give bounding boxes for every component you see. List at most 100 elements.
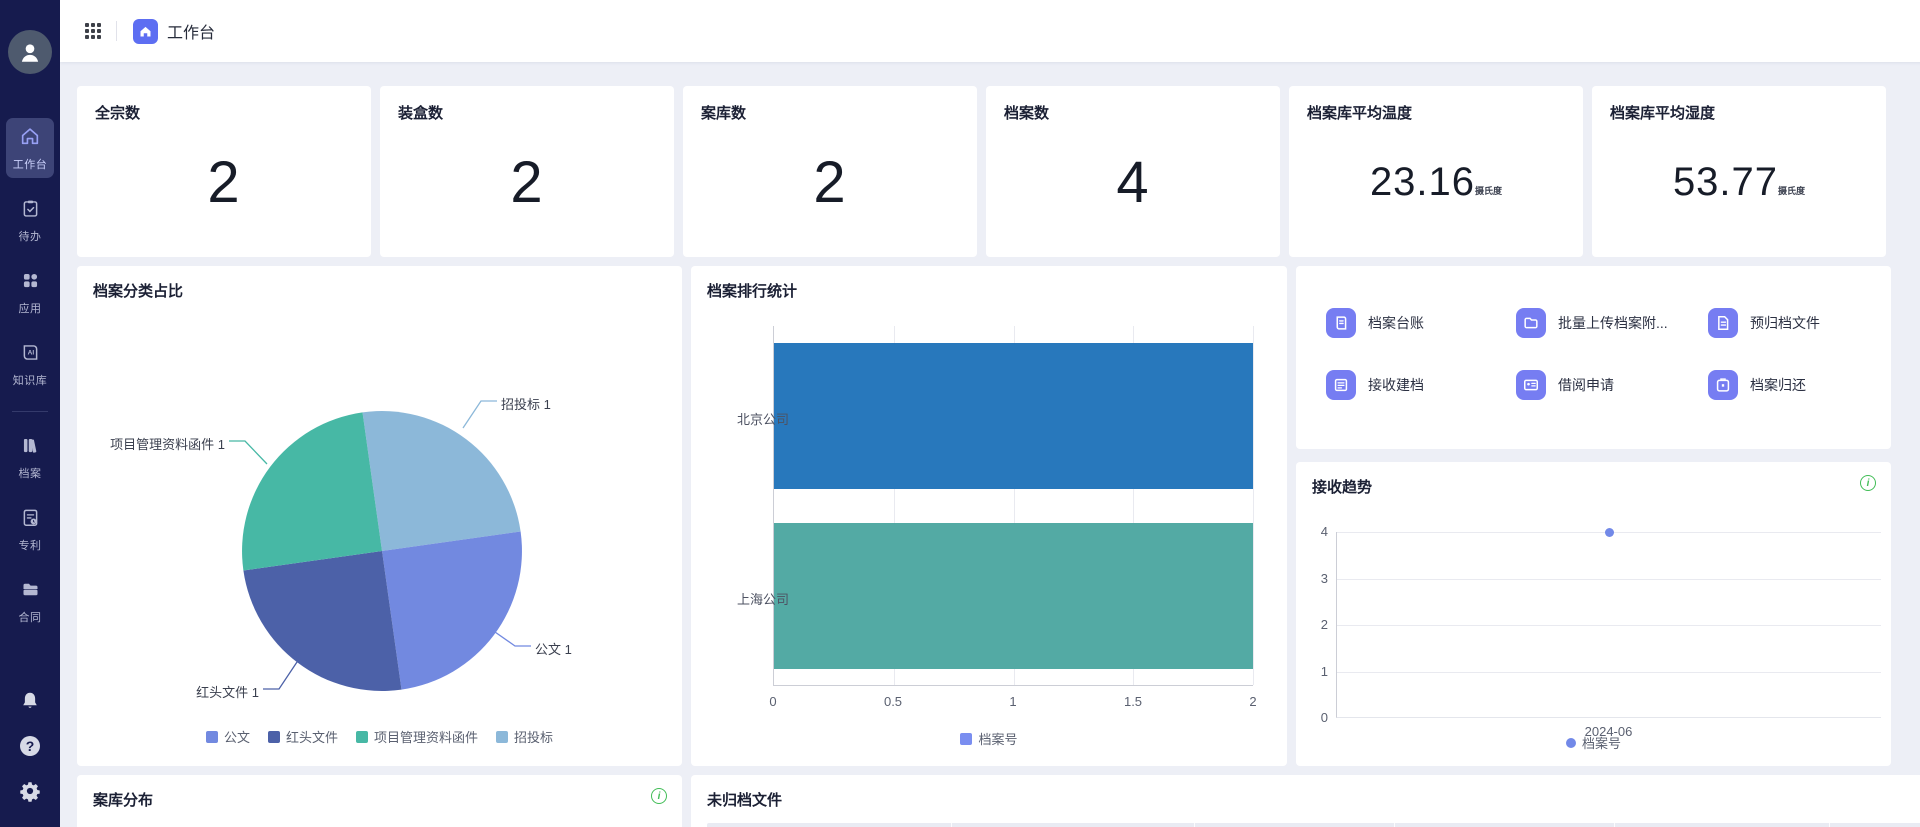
quicklink-批量上传档案附...[interactable]: 批量上传档案附...: [1516, 308, 1708, 338]
upload-folder-icon: [1516, 308, 1546, 338]
quicklink-label: 批量上传档案附...: [1558, 313, 1668, 333]
legend-marker: [268, 731, 280, 743]
info-icon[interactable]: i: [651, 788, 667, 804]
bar-plot-area: [773, 326, 1253, 686]
main-area: 工作台 应用中心 ★: [60, 0, 1920, 827]
table-header-文件标题[interactable]: 文件标题: [952, 823, 1195, 827]
sidebar-divider: [12, 411, 48, 412]
stat-card-title: 档案数: [1004, 102, 1262, 123]
trend-gridline: [1337, 579, 1881, 580]
receive-icon: [1326, 370, 1356, 400]
settings-gear-icon[interactable]: [19, 780, 41, 802]
stat-card: 全宗数2: [77, 86, 371, 257]
sidebar-item-label: 待办: [19, 228, 42, 244]
table-header-形成年份[interactable]: 形成年份: [1195, 823, 1395, 827]
trend-plot-area: [1336, 532, 1881, 718]
info-icon[interactable]: i: [1860, 475, 1876, 491]
help-icon[interactable]: ?: [18, 734, 42, 758]
quicklink-label: 预归档文件: [1750, 313, 1820, 333]
apps-icon: [20, 270, 41, 296]
table-header-档案来源[interactable]: 档案来源: [707, 823, 952, 827]
legend-item-红头文件[interactable]: 红头文件: [268, 727, 338, 746]
sidebar-item-合同[interactable]: 合同: [6, 572, 54, 631]
pie-slice-公文[interactable]: [382, 532, 522, 690]
stat-card-value: 4: [1004, 123, 1262, 241]
bar-x-tick: 0.5: [884, 694, 902, 709]
sidebar-item-label: 专利: [19, 537, 42, 553]
pie-legend: 公文红头文件 项目管理资料函件 招投标: [77, 727, 682, 746]
trend-data-point[interactable]: [1605, 528, 1614, 537]
sidebar-item-label: 档案: [19, 465, 42, 481]
right-column: 档案台账 批量上传档案附... 预归档文件接收建档借阅申请 档案归还 接收趋势 i 4…: [1296, 266, 1891, 766]
stat-card-unit: 摄氏度: [1475, 184, 1502, 197]
quicklink-预归档文件[interactable]: 预归档文件: [1708, 308, 1891, 338]
knowledge-icon: AI: [20, 342, 41, 368]
stat-card: 装盒数2: [380, 86, 674, 257]
table-header-实体份数[interactable]: 实体份数: [1830, 823, 1920, 827]
stat-card-value: 2: [95, 123, 353, 241]
quicklink-label: 档案归还: [1750, 375, 1806, 395]
notifications-bell-icon[interactable]: [19, 690, 41, 712]
legend-item-档案号[interactable]: 档案号: [1566, 733, 1621, 752]
legend-marker: [356, 731, 368, 743]
pie-label-line: [263, 656, 301, 689]
legend-label: 项目管理资料函件: [374, 727, 478, 746]
bar-chart-title: 档案排行统计: [707, 280, 1271, 301]
sidebar-item-工作台[interactable]: 工作台: [6, 118, 54, 178]
bar-chart-card: 档案排行统计 00.511.52北京公司上海公司 档案号: [691, 266, 1287, 766]
trend-y-tick: 3: [1302, 571, 1328, 586]
pie-chart-card: 档案分类占比 招投标 1公文 1红头文件 1项目管理资料函件 1 公文红头文件项…: [77, 266, 682, 766]
stats-row: 全宗数2装盒数2案库数2档案数4档案库平均温度23.16摄氏度档案库平均湿度53…: [77, 86, 1920, 257]
pie-slice-招投标[interactable]: [363, 411, 521, 551]
todo-icon: [20, 198, 41, 224]
quicklink-接收建档[interactable]: 接收建档: [1326, 370, 1516, 400]
pie-chart[interactable]: [77, 280, 682, 750]
stat-card-value: 23.16摄氏度: [1307, 123, 1565, 241]
sidebar-item-label: 知识库: [13, 372, 48, 388]
sidebar-item-待办[interactable]: 待办: [6, 191, 54, 250]
legend-item-档案号[interactable]: 档案号: [960, 729, 1017, 748]
home-badge-icon[interactable]: [133, 19, 158, 44]
app-grid-menu-icon[interactable]: [84, 22, 102, 40]
stat-card-value: 2: [701, 123, 959, 241]
stat-card-unit: 摄氏度: [1778, 184, 1805, 197]
sidebar-item-档案[interactable]: 档案: [6, 428, 54, 487]
pie-label-line: [229, 441, 267, 464]
bar-北京公司[interactable]: [774, 343, 1253, 489]
pie-slice-红头文件[interactable]: [243, 551, 401, 691]
bar-上海公司[interactable]: [774, 523, 1253, 669]
sidebar-item-label: 合同: [19, 609, 42, 625]
quicklink-档案归还[interactable]: 档案归还: [1708, 370, 1891, 400]
table-header-二级分类[interactable]: 二级分类: [1615, 823, 1830, 827]
table-header-一级类目[interactable]: 一级类目: [1395, 823, 1615, 827]
quick-links-grid: 档案台账 批量上传档案附... 预归档文件接收建档借阅申请 档案归还: [1326, 308, 1891, 400]
dashboard-content: 全宗数2装盒数2案库数2档案数4档案库平均温度23.16摄氏度档案库平均湿度53…: [60, 62, 1920, 827]
unfiled-documents-title: 未归档文件: [707, 789, 1920, 810]
sidebar-item-知识库[interactable]: AI 知识库: [6, 335, 54, 394]
topbar: 工作台 应用中心 ★: [60, 0, 1920, 62]
user-avatar[interactable]: [8, 30, 52, 74]
topbar-divider: [116, 21, 117, 41]
legend-item-项目管理资料函件[interactable]: 项目管理资料函件: [356, 727, 478, 746]
pie-slice-项目管理资料函件[interactable]: [242, 412, 382, 570]
sidebar-item-应用[interactable]: 应用: [6, 263, 54, 322]
quicklink-档案台账[interactable]: 档案台账: [1326, 308, 1516, 338]
repository-distribution-card: 案库分布 i: [77, 775, 682, 827]
stat-card-title: 案库数: [701, 102, 959, 123]
sidebar-item-专利[interactable]: 专利: [6, 500, 54, 559]
trend-chart-title: 接收趋势: [1312, 476, 1875, 497]
app-root: 工作台待办应用 AI 知识库档案专利合同 ?: [0, 0, 1920, 827]
trend-gridline: [1337, 625, 1881, 626]
bar-x-tick: 0: [769, 694, 776, 709]
ledger-icon: [1326, 308, 1356, 338]
legend-label: 招投标: [514, 727, 553, 746]
borrow-icon: [1516, 370, 1546, 400]
trend-y-tick: 1: [1302, 664, 1328, 679]
legend-label: 档案号: [978, 729, 1017, 748]
quicklink-借阅申请[interactable]: 借阅申请: [1516, 370, 1708, 400]
trend-y-tick: 4: [1302, 524, 1328, 539]
bar-legend: 档案号: [691, 729, 1287, 748]
legend-item-公文[interactable]: 公文: [206, 727, 250, 746]
legend-item-招投标[interactable]: 招投标: [496, 727, 553, 746]
sidebar-item-label: 应用: [19, 300, 42, 316]
